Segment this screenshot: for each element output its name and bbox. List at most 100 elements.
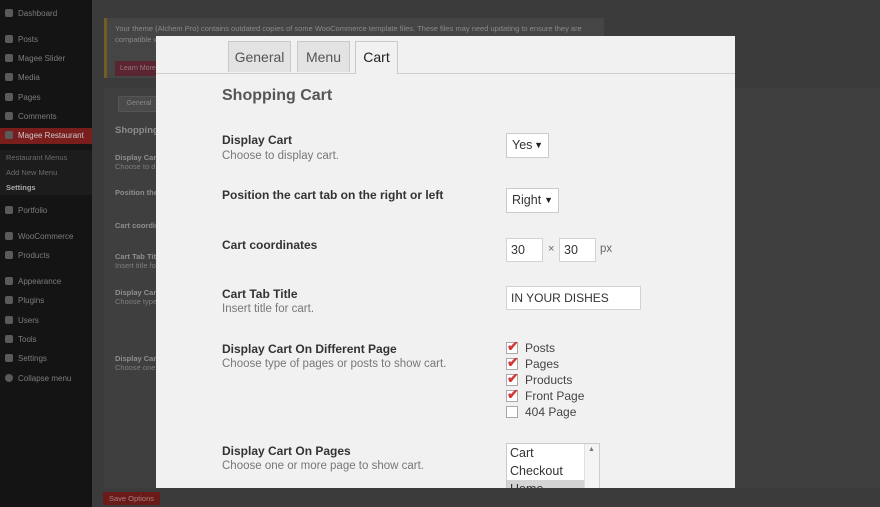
position-label: Position the cart tab on the right or le… bbox=[222, 188, 444, 202]
submenu-item-add-new-menu[interactable]: Add New Menu bbox=[0, 165, 92, 180]
sidebar-item-label: Media bbox=[18, 73, 40, 82]
sidebar-item-media[interactable]: Media bbox=[0, 70, 92, 86]
checkbox-front-page[interactable]: ✔ Front Page bbox=[506, 386, 585, 404]
pin-icon bbox=[5, 35, 13, 43]
tab-cart[interactable]: Cart bbox=[355, 41, 398, 74]
position-value: Right bbox=[512, 193, 542, 207]
submenu-item-restaurant-menus[interactable]: Restaurant Menus bbox=[0, 150, 92, 165]
sidebar-item-settings[interactable]: Settings bbox=[0, 351, 92, 367]
dashboard-icon bbox=[5, 9, 13, 17]
sidebar-item-appearance[interactable]: Appearance bbox=[0, 274, 92, 290]
tab-general[interactable]: General bbox=[228, 41, 291, 72]
display-cart-label: Display Cart bbox=[222, 133, 293, 147]
sidebar-item-posts[interactable]: Posts bbox=[0, 32, 92, 48]
settings-icon bbox=[5, 354, 13, 362]
wp-admin-sidebar: Dashboard Posts Magee Slider Media Pages… bbox=[0, 0, 92, 507]
coordinate-unit: px bbox=[600, 243, 613, 255]
sidebar-item-label: Collapse menu bbox=[18, 374, 72, 383]
collapse-icon bbox=[5, 374, 13, 382]
media-icon bbox=[5, 73, 13, 81]
coordinate-separator: × bbox=[548, 243, 555, 255]
cart-settings-modal: General Menu Cart Shopping Cart Display … bbox=[156, 36, 735, 488]
pages-icon bbox=[5, 93, 13, 101]
sidebar-item-magee-slider[interactable]: Magee Slider bbox=[0, 51, 92, 67]
checkmark-icon: ✔ bbox=[507, 370, 519, 386]
sidebar-collapse-menu[interactable]: Collapse menu bbox=[0, 371, 92, 387]
sidebar-item-tools[interactable]: Tools bbox=[0, 332, 92, 348]
tab-title-label: Cart Tab Title bbox=[222, 287, 298, 301]
checkbox[interactable]: ✔ bbox=[506, 338, 519, 354]
sidebar-item-label: Magee Slider bbox=[18, 54, 66, 63]
section-title: Shopping Cart bbox=[222, 87, 333, 104]
checkbox-label: 404 Page bbox=[525, 405, 577, 419]
checkbox-label: Products bbox=[525, 373, 573, 387]
checkbox[interactable]: ✔ bbox=[506, 354, 519, 370]
checkbox-label: Front Page bbox=[525, 389, 585, 403]
checkbox-404-page[interactable]: 404 Page bbox=[506, 404, 576, 420]
sidebar-item-users[interactable]: Users bbox=[0, 313, 92, 329]
save-options-button[interactable]: Save Options bbox=[103, 492, 161, 505]
sidebar-item-label: Dashboard bbox=[18, 9, 58, 18]
checkbox-label: Posts bbox=[525, 341, 556, 355]
tab-title-desc: Insert title for cart. bbox=[222, 303, 315, 315]
sidebar-item-portfolio[interactable]: Portfolio bbox=[0, 203, 92, 219]
sidebar-item-label: Pages bbox=[18, 93, 41, 102]
checkbox[interactable] bbox=[506, 406, 518, 418]
sidebar-item-label: WooCommerce bbox=[18, 232, 74, 241]
sidebar-item-pages[interactable]: Pages bbox=[0, 90, 92, 106]
sidebar-item-label: Tools bbox=[18, 335, 37, 344]
pin-icon bbox=[5, 131, 13, 139]
display-cart-select[interactable]: Yes ▼ bbox=[506, 133, 549, 158]
sidebar-item-label: Users bbox=[18, 316, 39, 325]
sidebar-item-label: Plugins bbox=[18, 296, 45, 305]
wrench-icon bbox=[5, 335, 13, 343]
display-cart-desc: Choose to display cart. bbox=[222, 150, 339, 162]
display-types-label: Display Cart On Different Page bbox=[222, 342, 397, 356]
sidebar-item-comments[interactable]: Comments bbox=[0, 109, 92, 125]
checkmark-icon: ✔ bbox=[507, 386, 519, 402]
coordinate-y-input[interactable]: 30 bbox=[559, 238, 596, 262]
caret-down-icon: ▼ bbox=[534, 140, 543, 150]
submenu-item-settings[interactable]: Settings bbox=[0, 180, 92, 195]
display-cart-value: Yes bbox=[512, 138, 533, 152]
sidebar-item-dashboard[interactable]: Dashboard bbox=[0, 6, 92, 22]
bg-tab-general[interactable]: General bbox=[118, 96, 160, 112]
woocommerce-icon bbox=[5, 232, 13, 240]
sidebar-item-label: Appearance bbox=[18, 277, 62, 286]
sidebar-item-label: Comments bbox=[18, 112, 57, 121]
sidebar-item-label: Settings bbox=[18, 354, 47, 363]
checkbox[interactable]: ✔ bbox=[506, 386, 519, 402]
checkmark-icon: ✔ bbox=[507, 354, 519, 370]
sidebar-item-label: Magee Restaurant bbox=[18, 131, 84, 140]
sidebar-item-products[interactable]: Products bbox=[0, 248, 92, 264]
pin-icon bbox=[5, 206, 13, 214]
pin-icon bbox=[5, 54, 13, 62]
checkbox[interactable]: ✔ bbox=[506, 370, 519, 386]
sidebar-item-plugins[interactable]: Plugins bbox=[0, 293, 92, 309]
sidebar-item-woocommerce[interactable]: WooCommerce bbox=[0, 229, 92, 245]
sidebar-item-label: Portfolio bbox=[18, 206, 48, 215]
users-icon bbox=[5, 316, 13, 324]
list-scrollbar[interactable]: ▲ bbox=[584, 444, 599, 488]
scroll-up-icon[interactable]: ▲ bbox=[588, 446, 595, 453]
tab-title-input[interactable]: IN YOUR DISHES bbox=[506, 286, 641, 310]
coordinate-x-input[interactable]: 30 bbox=[506, 238, 543, 262]
tab-menu[interactable]: Menu bbox=[297, 41, 350, 72]
comments-icon bbox=[5, 112, 13, 120]
sidebar-item-label: Posts bbox=[18, 35, 39, 44]
display-types-desc: Choose type of pages or posts to show ca… bbox=[222, 358, 447, 370]
display-pages-label: Display Cart On Pages bbox=[222, 444, 351, 458]
learn-more-button[interactable]: Learn More bbox=[115, 61, 161, 76]
checkmark-icon: ✔ bbox=[507, 338, 519, 354]
coordinates-label: Cart coordinates bbox=[222, 238, 318, 252]
display-pages-desc: Choose one or more page to show cart. bbox=[222, 460, 425, 472]
caret-down-icon: ▼ bbox=[544, 195, 553, 205]
checkbox-label: Pages bbox=[525, 357, 560, 371]
position-select[interactable]: Right ▼ bbox=[506, 188, 559, 213]
modal-tabs: General Menu Cart bbox=[156, 36, 735, 74]
pages-multiselect[interactable]: Cart Checkout Home ▲ bbox=[506, 443, 600, 488]
sidebar-item-magee-restaurant[interactable]: Magee Restaurant bbox=[0, 128, 92, 144]
sidebar-submenu: Restaurant Menus Add New Menu Settings bbox=[0, 150, 92, 195]
brush-icon bbox=[5, 277, 13, 285]
plugin-icon bbox=[5, 296, 13, 304]
